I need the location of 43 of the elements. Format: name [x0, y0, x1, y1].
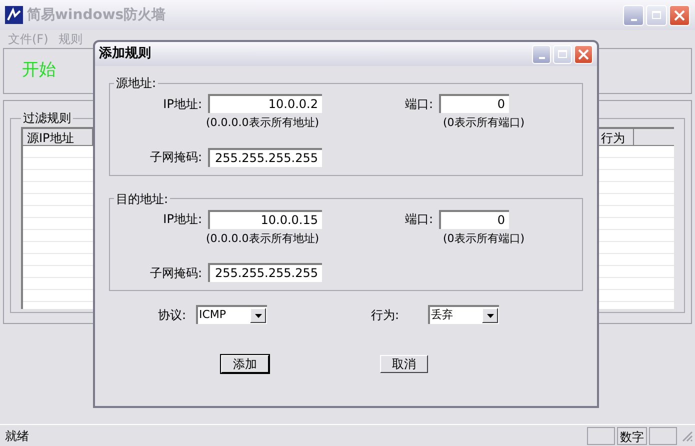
ip-field[interactable]: 10.0.0.2 [208, 94, 322, 113]
minimize-icon [538, 56, 544, 58]
mask-label: 子网掩码: [148, 149, 203, 166]
minimize-icon [630, 18, 636, 20]
subnet-mask-field[interactable]: 255.255.255.255 [208, 263, 322, 282]
ip-label: IP地址: [162, 211, 203, 228]
group-title: 目的地址: [115, 190, 170, 208]
status-pane [649, 426, 677, 444]
protocol-dropdown[interactable]: ICMP [196, 305, 267, 324]
ip-hint: (0.0.0.0表示所有地址) [206, 115, 320, 131]
minimize-button[interactable] [623, 4, 644, 26]
subnet-mask-field[interactable]: 255.255.255.255 [208, 148, 322, 166]
dialog-button[interactable]: 取消 [380, 355, 428, 373]
app-icon [5, 6, 23, 24]
port-label: 端口: [404, 211, 434, 228]
mask-label: 子网掩码: [148, 264, 203, 282]
resize-grip-icon [681, 430, 693, 442]
close-icon [578, 48, 589, 60]
maximize-icon [652, 11, 661, 19]
port-hint: (0表示所有端口) [443, 230, 525, 246]
minimize-button[interactable] [532, 44, 551, 64]
ip-hint: (0.0.0.0表示所有地址) [206, 230, 320, 246]
close-icon [674, 10, 685, 20]
group-title: 过滤规则 [22, 110, 72, 127]
window-title: 简易windows防火墙 [27, 6, 166, 24]
status-pane: 数字 [617, 426, 647, 444]
close-button[interactable] [574, 44, 593, 64]
dialog-button[interactable]: 添加 [221, 355, 269, 373]
ip-field[interactable]: 10.0.0.15 [208, 210, 322, 228]
port-hint: (0表示所有端口) [443, 115, 525, 131]
action-label: 行为: [371, 306, 400, 324]
status-pane [587, 426, 615, 444]
ip-label: IP地址: [162, 96, 203, 112]
group-title: 源地址: [115, 75, 158, 92]
dialog-title: 添加规则 [99, 45, 151, 64]
protocol-label: 协议: [158, 306, 188, 324]
port-field[interactable]: 0 [439, 94, 509, 113]
maximize-icon [558, 50, 567, 58]
port-field[interactable]: 0 [439, 210, 509, 228]
close-button[interactable] [669, 4, 690, 26]
port-label: 端口: [404, 96, 434, 112]
action-dropdown[interactable]: 丢弃 [428, 305, 499, 324]
status-text: 就绪 [4, 428, 30, 444]
